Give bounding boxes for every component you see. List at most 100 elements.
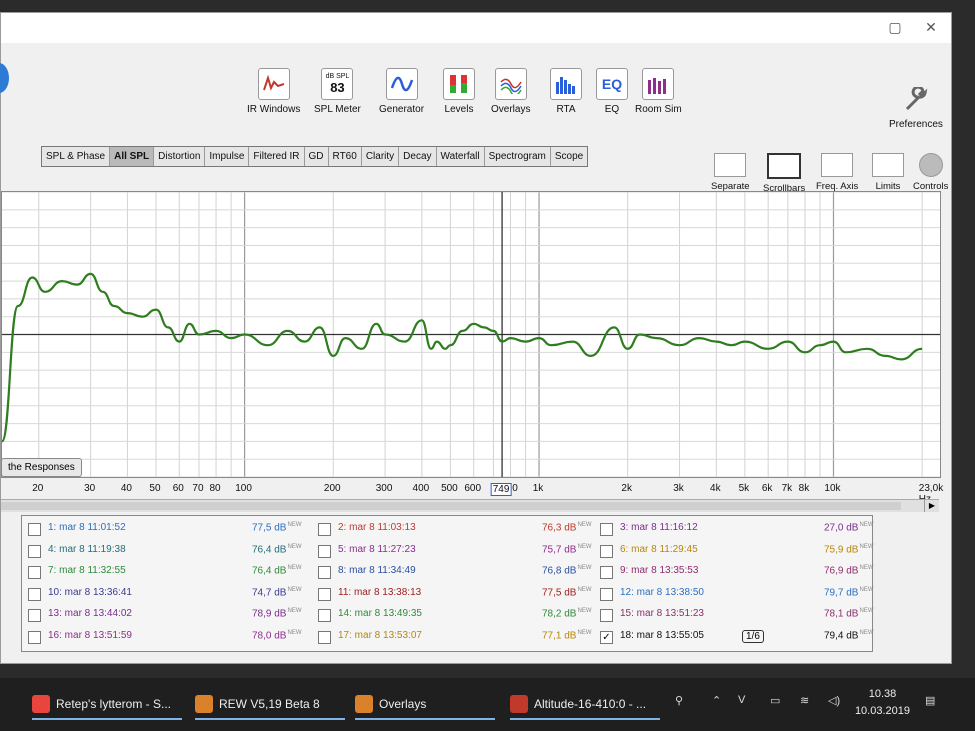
wifi-icon[interactable]: ≋ [800, 694, 809, 707]
toolbar-rta[interactable]: RTA [550, 68, 582, 115]
measurement-name[interactable]: 15: mar 8 13:51:23 [620, 608, 704, 619]
measurement-checkbox[interactable] [28, 587, 41, 601]
measurement-name[interactable]: 5: mar 8 11:27:23 [338, 544, 416, 555]
measurement-name[interactable]: 3: mar 8 11:16:12 [620, 522, 698, 533]
tab-scope[interactable]: Scope [551, 147, 587, 166]
close-icon[interactable]: ✕ [917, 19, 945, 36]
freq-tick-label: 300 [375, 483, 393, 494]
measurement-checkbox[interactable] [28, 566, 41, 579]
tab-all-spl[interactable]: All SPL [110, 147, 155, 166]
measurement-checkbox[interactable] [28, 544, 41, 558]
tab-waterfall[interactable]: Waterfall [437, 147, 485, 166]
measurement-checkbox[interactable] [318, 544, 331, 558]
measurement-checkbox[interactable] [600, 566, 613, 579]
measurement-checkbox[interactable] [28, 609, 41, 622]
measurement-checkbox[interactable] [600, 587, 613, 601]
scrollbars-button[interactable]: Scrollbars [763, 153, 805, 194]
measurement-checkbox[interactable] [318, 587, 331, 601]
tab-clarity[interactable]: Clarity [362, 147, 400, 166]
measurement-checkbox[interactable]: ✓ [600, 630, 613, 644]
system-clock[interactable]: 10.38 10.03.2019 [855, 686, 910, 720]
battery-icon[interactable]: ▭ [770, 694, 780, 707]
measurement-name[interactable]: 14: mar 8 13:49:35 [338, 608, 422, 619]
taskbar: ⚲ ⌃ V ▭ ≋ ◁) 10.38 10.03.2019 ▤ Retep's … [0, 678, 975, 731]
tab-spl-phase[interactable]: SPL & Phase [42, 147, 111, 166]
measurement-name[interactable]: 9: mar 8 13:35:53 [620, 565, 698, 576]
toolbar-room-sim[interactable]: Room Sim [635, 68, 682, 115]
toolbar-generator[interactable]: Generator [379, 68, 424, 115]
measurement-name[interactable]: 17: mar 8 13:53:07 [338, 630, 422, 641]
separate-button[interactable]: Separate [711, 153, 750, 192]
smoothing-badge[interactable]: 1/6 [742, 629, 764, 643]
tab-rt60[interactable]: RT60 [329, 147, 362, 166]
freq-tick-label: 6k [761, 483, 773, 494]
measurement-name[interactable]: 11: mar 8 13:38:13 [338, 587, 421, 598]
horizontal-scrollbar[interactable]: ▶ [1, 499, 939, 512]
measurement-name[interactable]: 18: mar 8 13:55:05 [620, 630, 704, 641]
measurement-checkbox[interactable] [600, 523, 613, 536]
new-tag: NEW [287, 608, 302, 614]
measurement-name[interactable]: 8: mar 8 11:34:49 [338, 565, 416, 576]
measurement-name[interactable]: 1: mar 8 11:01:52 [48, 522, 126, 533]
tab-decay[interactable]: Decay [399, 147, 437, 166]
spl-graph[interactable] [0, 191, 941, 478]
level-value: 78,1 dB [824, 608, 859, 620]
measurement-name[interactable]: 10: mar 8 13:36:41 [48, 587, 132, 598]
measurement-name[interactable]: 4: mar 8 11:19:38 [48, 544, 126, 555]
measurement-name[interactable]: 12: mar 8 13:38:50 [620, 587, 704, 598]
taskbar-button[interactable]: Altitude-16-410:0 - ... [510, 690, 660, 720]
limits-button[interactable]: Limits [872, 153, 904, 192]
measurement-name[interactable]: 16: mar 8 13:51:59 [48, 630, 132, 641]
taskbar-button[interactable]: REW V5,19 Beta 8 [195, 690, 345, 720]
taskbar-label: Overlays [379, 697, 427, 711]
toolbar-ir-windows[interactable]: IR Windows [247, 68, 300, 115]
chrome-icon [32, 695, 50, 713]
scroll-right-arrow-icon[interactable]: ▶ [924, 500, 939, 512]
responses-button[interactable]: the Responses [1, 458, 82, 477]
measurement-name[interactable]: 2: mar 8 11:03:13 [338, 522, 416, 533]
measurement-checkbox[interactable] [318, 566, 331, 579]
toolbar-spl-meter[interactable]: dB SPL 83 SPL Meter [314, 68, 361, 115]
measurement-checkbox[interactable] [318, 609, 331, 622]
volume-icon[interactable]: ◁) [828, 694, 840, 707]
measurement-name[interactable]: 13: mar 8 13:44:02 [48, 608, 132, 619]
measurement-level: 74,7 dBNEW [252, 587, 301, 598]
controls-button[interactable]: Controls [913, 153, 948, 192]
scrollbar-thumb[interactable] [1, 502, 901, 510]
measurement-name[interactable]: 7: mar 8 11:32:55 [48, 565, 126, 576]
tab-impulse[interactable]: Impulse [205, 147, 250, 166]
level-value: 75,7 dB [542, 543, 577, 555]
measurement-checkbox[interactable] [600, 609, 613, 622]
people-icon[interactable]: ⚲ [675, 694, 683, 707]
toolbar-preferences[interactable]: Preferences [889, 85, 943, 130]
measurement-checkbox[interactable] [600, 544, 613, 558]
levels-label: Levels [444, 104, 474, 115]
tab-distortion[interactable]: Distortion [154, 147, 206, 166]
tray-vc-icon[interactable]: V [738, 694, 745, 706]
measurement-checkbox[interactable] [318, 523, 331, 536]
tab-spectrogram[interactable]: Spectrogram [485, 147, 551, 166]
chevron-up-icon[interactable]: ⌃ [712, 694, 721, 707]
taskbar-button[interactable]: Overlays [355, 690, 495, 720]
clock-date: 10.03.2019 [854, 705, 910, 717]
measurement-checkbox[interactable] [28, 630, 41, 644]
measurement-checkbox[interactable] [28, 523, 41, 536]
freq-axis-button[interactable]: Freq. Axis [816, 153, 858, 192]
toolbar-levels[interactable]: Levels [443, 68, 475, 115]
toolbar-eq[interactable]: EQ EQ [596, 68, 628, 115]
freq-tick-label: 80 [209, 483, 221, 494]
notifications-icon[interactable]: ▤ [925, 694, 935, 707]
toolbar-overlays[interactable]: Overlays [491, 68, 530, 115]
freq-tick-label: 70 [192, 483, 204, 494]
java-icon [195, 695, 213, 713]
taskbar-button[interactable]: Retep's lytterom - S... [32, 690, 182, 720]
measurement-checkbox[interactable] [318, 630, 331, 644]
maximize-icon[interactable]: ▢ [881, 19, 909, 36]
ir-windows-icon [257, 68, 290, 100]
taskbar-label: Altitude-16-410:0 - ... [534, 697, 647, 711]
tab-gd[interactable]: GD [305, 147, 329, 166]
measurement-name[interactable]: 6: mar 8 11:29:45 [620, 544, 698, 555]
tab-filtered-ir[interactable]: Filtered IR [249, 147, 305, 166]
freq-tick-label: 5k [738, 483, 750, 494]
level-value: 27,0 dB [824, 522, 859, 534]
